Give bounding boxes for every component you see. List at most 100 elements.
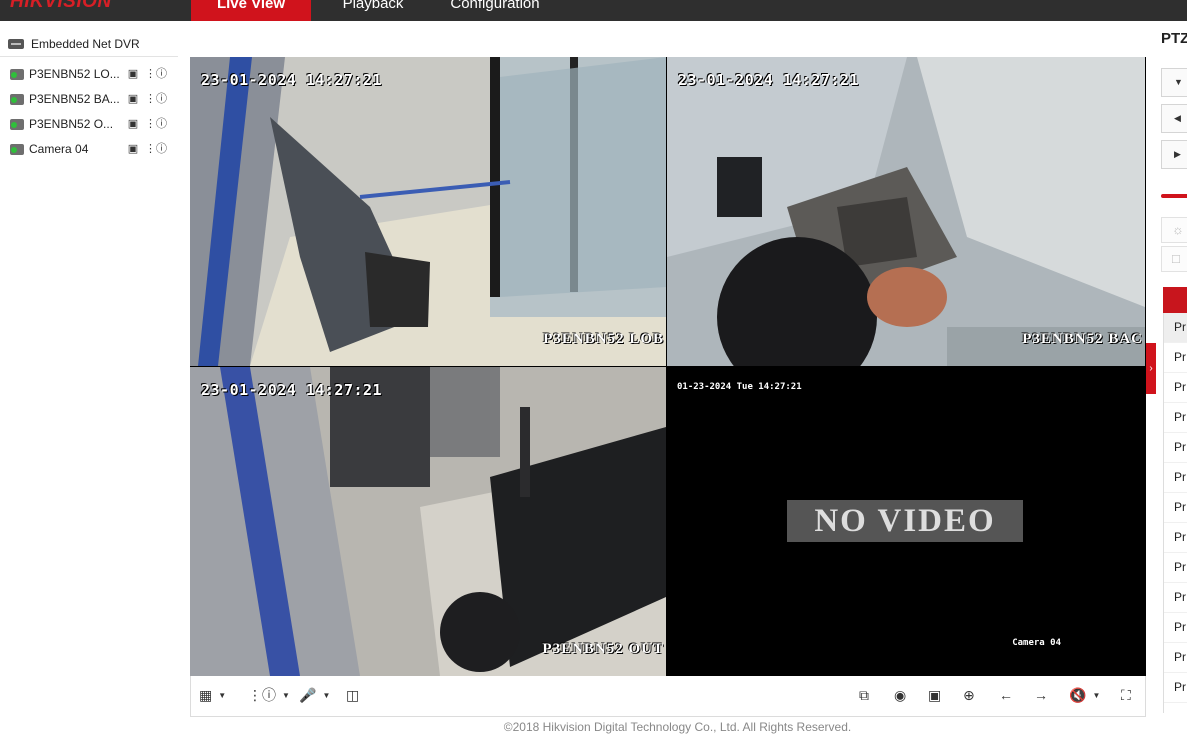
live-view-toolbar: ▦ ▼ ⋮ⓘ ▼ 🎤 ▼ ◫ ⧉ ◉ ▣ ⊕ ← → 🔇 ▼ ⛶ [190, 676, 1146, 717]
preset-item[interactable]: Pr [1164, 433, 1187, 463]
preset-item[interactable]: Pr [1164, 343, 1187, 373]
microphone-icon: 🎤 [299, 686, 317, 703]
previous-page-button[interactable]: ← [999, 685, 1013, 705]
volume-button[interactable]: 🔇 ▼ [1069, 685, 1100, 705]
osd-timestamp: 23-01-2024 14:27:21 [201, 381, 383, 399]
hikvision-logo: HIKVISION [10, 0, 112, 12]
fullscreen-icon: ⛶ [1121, 686, 1131, 703]
digital-zoom-button[interactable]: ⊕ [963, 685, 975, 705]
collapse-panel-handle[interactable]: › [1146, 343, 1156, 394]
stream-type-button[interactable]: ⋮ⓘ ▼ [248, 685, 290, 705]
tab-configuration[interactable]: Configuration [446, 0, 544, 21]
osd-camera-name: Camera 04 [1012, 638, 1061, 648]
camera-icon [10, 118, 24, 130]
preset-item[interactable]: Pr [1164, 673, 1187, 703]
tab-playback[interactable]: Playback [336, 0, 410, 21]
stream-icon[interactable]: ⋮ⓘ [145, 142, 167, 156]
camera-item[interactable]: Camera 04 ▣ ⋮ⓘ [10, 141, 167, 157]
right-arrow-icon[interactable]: ▶ [1161, 140, 1187, 169]
preset-header [1163, 287, 1187, 313]
camera-label: Camera 04 [29, 142, 89, 156]
wiper-icon: ◫ [346, 686, 360, 703]
sidebar-divider [0, 56, 178, 57]
preset-item[interactable]: Pr [1164, 463, 1187, 493]
camera-icon [10, 143, 24, 155]
camera-label: P3ENBN52 O... [29, 117, 114, 131]
preset-item[interactable]: Pr [1164, 643, 1187, 673]
video-tile-back[interactable]: 23-01-2024 14:27:21 P3ENBN52 BAC [667, 57, 1145, 366]
video-tile-lobby[interactable]: 23-01-2024 14:27:21 P3ENBN52 LOB [190, 57, 666, 366]
live-view-grid: 23-01-2024 14:27:21 P3ENBN52 LOB 23-01-2… [190, 57, 1146, 676]
record-icon: ▣ [928, 686, 942, 703]
preset-item[interactable]: Pr [1164, 583, 1187, 613]
layout-icon: ▦ [199, 686, 213, 703]
camera-icon [10, 93, 24, 105]
stop-all-button[interactable]: ⧉ [859, 685, 869, 705]
capture-button[interactable]: ◉ [894, 685, 906, 705]
light-icon[interactable]: ☼ [1161, 217, 1187, 243]
video-feed-outside [190, 367, 666, 676]
chevron-down-icon: ▼ [322, 690, 331, 700]
record-icon[interactable]: ▣ [125, 142, 141, 156]
digital-zoom-icon: ⊕ [963, 686, 975, 703]
chevron-down-icon: ▼ [218, 690, 227, 700]
preset-list: Pr Pr Pr Pr Pr Pr Pr Pr Pr Pr Pr Pr Pr [1163, 313, 1187, 713]
ptz-title: PTZ [1161, 30, 1187, 47]
stop-all-icon: ⧉ [859, 686, 869, 703]
stream-icon: ⋮ⓘ [248, 687, 276, 703]
camera-item[interactable]: P3ENBN52 LO... ▣ ⋮ⓘ [10, 66, 167, 82]
dvr-icon [8, 39, 24, 49]
focus-icon[interactable]: □ [1161, 246, 1187, 272]
next-page-icon: → [1034, 687, 1048, 703]
no-video-label: NO VIDEO [787, 500, 1023, 542]
camera-sidebar: Embedded Net DVR P3ENBN52 LO... ▣ ⋮ⓘ P3E… [0, 28, 180, 738]
video-feed-back [667, 57, 1145, 366]
video-tile-camera-04[interactable]: 01-23-2024 Tue 14:27:21 NO VIDEO Camera … [667, 367, 1145, 676]
osd-timestamp: 23-01-2024 14:27:21 [678, 71, 860, 89]
record-icon[interactable]: ▣ [125, 117, 141, 131]
camera-item[interactable]: P3ENBN52 BA... ▣ ⋮ⓘ [10, 91, 167, 107]
wiper-button[interactable]: ◫ [346, 685, 359, 705]
stream-icon[interactable]: ⋮ⓘ [145, 92, 167, 106]
layout-button[interactable]: ▦ ▼ [199, 685, 226, 705]
fullscreen-button[interactable]: ⛶ [1121, 685, 1131, 705]
record-icon[interactable]: ▣ [125, 92, 141, 106]
video-tile-outside[interactable]: 23-01-2024 14:27:21 P3ENBN52 OUT [190, 367, 666, 676]
osd-timestamp: 01-23-2024 Tue 14:27:21 [677, 382, 802, 392]
footer: ©2018 Hikvision Digital Technology Co., … [0, 720, 1187, 738]
preset-item[interactable]: Pr [1164, 613, 1187, 643]
preset-item[interactable]: Pr [1164, 553, 1187, 583]
camera-label: P3ENBN52 BA... [29, 92, 120, 106]
copyright-text: ©2018 Hikvision Digital Technology Co., … [503, 720, 852, 734]
stream-icon[interactable]: ⋮ⓘ [145, 67, 167, 81]
capture-icon: ◉ [894, 686, 907, 703]
device-node[interactable]: Embedded Net DVR [8, 36, 140, 52]
volume-muted-icon: 🔇 [1069, 686, 1087, 703]
device-label: Embedded Net DVR [31, 37, 140, 51]
record-icon[interactable]: ▣ [125, 67, 141, 81]
ptz-speed-slider[interactable] [1161, 194, 1187, 198]
osd-camera-name: P3ENBN52 LOB [543, 331, 664, 347]
camera-item[interactable]: P3ENBN52 O... ▣ ⋮ⓘ [10, 116, 167, 132]
left-arrow-icon[interactable]: ◀ [1161, 104, 1187, 133]
osd-camera-name: P3ENBN52 OUT [542, 641, 664, 657]
stream-icon[interactable]: ⋮ⓘ [145, 117, 167, 131]
video-feed-lobby [190, 57, 666, 366]
audio-talk-button[interactable]: 🎤 ▼ [299, 685, 330, 705]
osd-camera-name: P3ENBN52 BAC [1022, 331, 1143, 347]
tab-live-view[interactable]: Live View [191, 0, 311, 21]
preset-item[interactable]: Pr [1164, 403, 1187, 433]
preset-item[interactable]: Pr [1164, 373, 1187, 403]
preset-item[interactable]: Pr [1164, 493, 1187, 523]
next-page-button[interactable]: → [1034, 685, 1048, 705]
record-button[interactable]: ▣ [928, 685, 941, 705]
previous-page-icon: ← [999, 687, 1013, 703]
down-arrow-icon[interactable]: ▼ [1161, 68, 1187, 97]
preset-item[interactable]: Pr [1164, 313, 1187, 343]
chevron-down-icon: ▼ [1092, 690, 1101, 700]
osd-timestamp: 23-01-2024 14:27:21 [201, 71, 383, 89]
ptz-panel: PTZ ▼ ◀ ▶ ☼ □ Pr Pr Pr Pr Pr Pr Pr Pr Pr… [1160, 28, 1187, 738]
camera-label: P3ENBN52 LO... [29, 67, 120, 81]
preset-item[interactable]: Pr [1164, 523, 1187, 553]
camera-icon [10, 68, 24, 80]
